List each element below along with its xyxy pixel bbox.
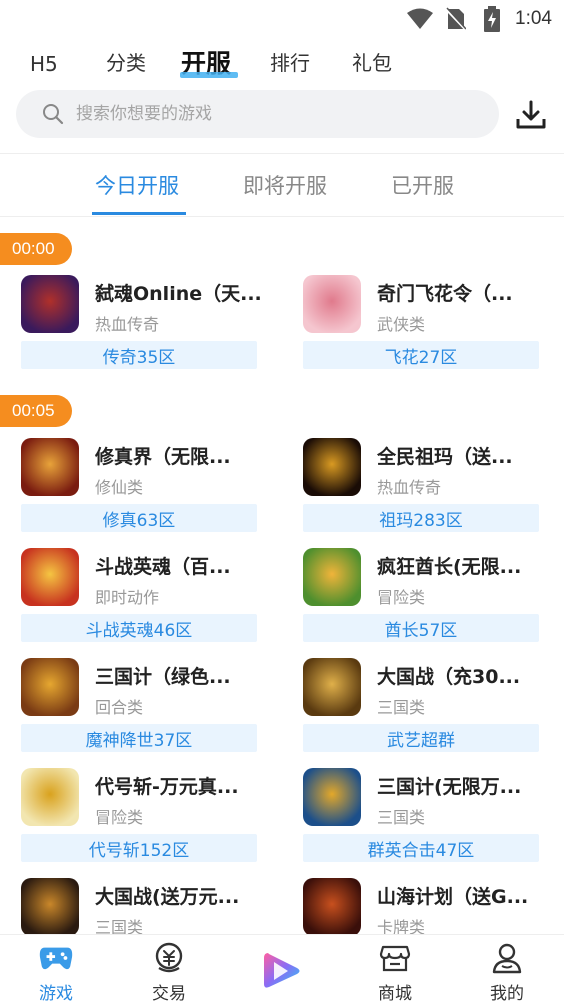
game-name: 修真界（无限... xyxy=(95,446,231,468)
top-nav: H5 分类 开服 排行 礼包 xyxy=(0,44,564,84)
server-tag[interactable]: 斗战英魂46区 xyxy=(21,614,257,642)
game-category: 三国类 xyxy=(95,918,144,934)
game-icon[interactable] xyxy=(21,878,79,934)
game-name: 弑魂Online（天... xyxy=(95,283,262,305)
search-row xyxy=(0,90,564,140)
game-category: 热血传奇 xyxy=(95,315,160,334)
nav-ranking[interactable]: 排行 xyxy=(270,47,310,76)
battery-charging-icon xyxy=(479,6,505,32)
game-card[interactable]: 疯狂酋长(无限... 冒险类 酋长57区 xyxy=(303,548,539,648)
tab-opened[interactable]: 已开服 xyxy=(391,170,454,200)
game-name: 三国计（绿色... xyxy=(95,666,231,688)
gamepad-icon xyxy=(39,941,73,975)
bottom-nav-trade[interactable]: 交易 xyxy=(129,941,209,1002)
game-icon[interactable] xyxy=(303,658,361,716)
game-category: 三国类 xyxy=(377,698,426,717)
game-name: 三国计(无限万... xyxy=(377,776,522,798)
game-category: 即时动作 xyxy=(95,588,160,607)
bottom-nav-mine[interactable]: 我的 xyxy=(467,941,547,1002)
game-card[interactable]: 斗战英魂（百... 即时动作 斗战英魂46区 xyxy=(21,548,257,648)
bottom-nav-label: 游戏 xyxy=(39,984,73,1002)
wifi-icon xyxy=(407,6,434,32)
status-time: 1:04 xyxy=(515,8,552,29)
no-sim-icon xyxy=(443,6,469,32)
time-badge: 00:05 xyxy=(0,395,72,427)
nav-h5[interactable]: H5 xyxy=(30,52,58,76)
tab-today[interactable]: 今日开服 xyxy=(95,170,179,200)
store-icon xyxy=(378,941,412,975)
game-icon[interactable] xyxy=(21,768,79,826)
game-icon[interactable] xyxy=(303,438,361,496)
game-card[interactable]: 代号斩-万元真... 冒险类 代号斩152区 xyxy=(21,768,257,868)
server-tag[interactable]: 群英合击47区 xyxy=(303,834,539,862)
search-icon xyxy=(42,103,64,125)
bottom-nav: 游戏 交易 商城 我的 xyxy=(0,934,564,1002)
game-category: 修仙类 xyxy=(95,478,144,497)
sub-tabs: 今日开服 即将开服 已开服 xyxy=(0,160,564,216)
game-icon[interactable] xyxy=(21,658,79,716)
sub-tab-indicator xyxy=(92,212,186,215)
server-tag[interactable]: 飞花27区 xyxy=(303,341,539,369)
game-category: 武侠类 xyxy=(377,315,426,334)
game-name: 山海计划（送G... xyxy=(377,886,529,908)
game-name: 代号斩-万元真... xyxy=(95,776,239,798)
game-name: 全民祖玛（送... xyxy=(377,446,513,468)
server-list: 00:00 弑魂Online（天... 热血传奇 传奇35区 奇门飞花令（...… xyxy=(0,217,564,934)
game-icon[interactable] xyxy=(303,548,361,606)
bottom-nav-play[interactable] xyxy=(242,941,322,997)
game-category: 卡牌类 xyxy=(377,918,426,934)
game-name: 大国战（充30... xyxy=(377,666,521,688)
game-card[interactable]: 三国计（绿色... 回合类 魔神降世37区 xyxy=(21,658,257,758)
game-name: 斗战英魂（百... xyxy=(95,556,231,578)
bottom-nav-label: 交易 xyxy=(152,984,186,1002)
server-tag[interactable]: 代号斩152区 xyxy=(21,834,257,862)
status-bar: 1:04 xyxy=(0,0,564,40)
search-box[interactable] xyxy=(16,90,499,138)
user-icon xyxy=(490,941,524,975)
game-category: 回合类 xyxy=(95,698,144,717)
game-icon[interactable] xyxy=(303,878,361,934)
game-category: 冒险类 xyxy=(95,808,144,827)
game-card[interactable]: 大国战(送万元... 三国类 xyxy=(21,878,257,934)
server-tag[interactable]: 酋长57区 xyxy=(303,614,539,642)
game-name: 大国战(送万元... xyxy=(95,886,240,908)
game-card[interactable]: 全民祖玛（送... 热血传奇 祖玛283区 xyxy=(303,438,539,538)
server-tag[interactable]: 修真63区 xyxy=(21,504,257,532)
game-icon[interactable] xyxy=(303,768,361,826)
bottom-nav-label: 我的 xyxy=(490,984,524,1002)
server-tag[interactable]: 魔神降世37区 xyxy=(21,724,257,752)
game-card[interactable]: 三国计(无限万... 三国类 群英合击47区 xyxy=(303,768,539,868)
game-category: 冒险类 xyxy=(377,588,426,607)
download-icon[interactable] xyxy=(514,98,548,132)
game-name: 奇门飞花令（... xyxy=(377,283,513,305)
time-badge: 00:00 xyxy=(0,233,72,265)
bottom-nav-label: 商城 xyxy=(378,984,412,1002)
play-icon xyxy=(256,945,308,997)
search-input[interactable] xyxy=(76,104,456,124)
nav-active-indicator xyxy=(180,72,238,78)
game-category: 三国类 xyxy=(377,808,426,827)
game-icon[interactable] xyxy=(21,548,79,606)
server-tag[interactable]: 传奇35区 xyxy=(21,341,257,369)
divider xyxy=(0,153,564,154)
server-tag[interactable]: 武艺超群 xyxy=(303,724,539,752)
game-icon[interactable] xyxy=(303,275,361,333)
game-card[interactable]: 山海计划（送G... 卡牌类 xyxy=(303,878,539,934)
game-name: 疯狂酋长(无限... xyxy=(377,556,522,578)
game-card[interactable]: 大国战（充30... 三国类 武艺超群 xyxy=(303,658,539,758)
game-category: 热血传奇 xyxy=(377,478,442,497)
trade-icon xyxy=(152,941,186,975)
server-tag[interactable]: 祖玛283区 xyxy=(303,504,539,532)
game-icon[interactable] xyxy=(21,438,79,496)
nav-category[interactable]: 分类 xyxy=(106,47,146,76)
bottom-nav-games[interactable]: 游戏 xyxy=(16,941,96,1002)
game-icon[interactable] xyxy=(21,275,79,333)
nav-gift[interactable]: 礼包 xyxy=(352,47,392,76)
tab-upcoming[interactable]: 即将开服 xyxy=(243,170,327,200)
game-card[interactable]: 修真界（无限... 修仙类 修真63区 xyxy=(21,438,257,538)
bottom-nav-store[interactable]: 商城 xyxy=(355,941,435,1002)
game-card[interactable]: 奇门飞花令（... 武侠类 飞花27区 xyxy=(303,275,539,375)
game-card[interactable]: 弑魂Online（天... 热血传奇 传奇35区 xyxy=(21,275,262,375)
